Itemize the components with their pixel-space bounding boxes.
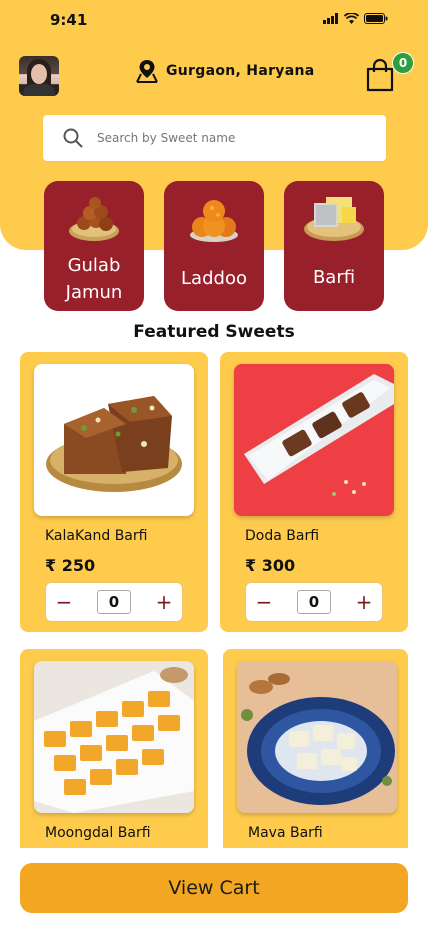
- quantity-value: 0: [97, 590, 131, 614]
- featured-section-title: Featured Sweets: [133, 322, 295, 342]
- laddoo-image: [190, 200, 238, 242]
- decrement-button[interactable]: −: [46, 584, 82, 620]
- quantity-stepper[interactable]: − 0 +: [45, 582, 183, 622]
- product-image: [237, 661, 397, 813]
- increment-button[interactable]: +: [146, 584, 182, 620]
- price-value: 300: [261, 556, 296, 575]
- quantity-stepper[interactable]: − 0 +: [245, 582, 383, 622]
- search-input[interactable]: [95, 130, 359, 146]
- gulab-jamun-image: [69, 197, 119, 241]
- product-image: [234, 364, 394, 516]
- product-name: Doda Barfi: [245, 528, 320, 544]
- shopping-bag-icon: [366, 58, 394, 92]
- rupee-icon: ₹: [45, 556, 57, 575]
- search-bar[interactable]: [43, 115, 386, 161]
- cart-count-badge: 0: [392, 52, 414, 74]
- signal-icon: [323, 13, 338, 24]
- status-bar: 9:41: [0, 0, 428, 40]
- category-label: Jamun: [65, 282, 123, 303]
- category-laddoo[interactable]: Laddoo: [164, 181, 264, 311]
- product-name: KalaKand Barfi: [45, 528, 148, 544]
- category-barfi[interactable]: Barfi: [284, 181, 384, 311]
- cart-button[interactable]: [365, 58, 395, 92]
- quantity-value: 0: [297, 590, 331, 614]
- product-card[interactable]: Doda Barfi ₹ 300 − 0 +: [220, 352, 408, 632]
- product-image: [34, 364, 194, 516]
- location-pin-icon: [136, 60, 158, 83]
- product-card[interactable]: Mava Barfi: [223, 649, 408, 879]
- increment-button[interactable]: +: [346, 584, 382, 620]
- search-icon: [63, 128, 83, 148]
- location-selector[interactable]: Gurgaon, Haryana: [134, 58, 314, 84]
- wifi-icon: [344, 13, 359, 24]
- category-label: Barfi: [312, 267, 356, 288]
- product-card[interactable]: Moongdal Barfi: [20, 649, 208, 879]
- barfi-image: [304, 197, 364, 241]
- product-price: ₹ 300: [245, 556, 295, 575]
- category-gulab-jamun[interactable]: Gulab Jamun: [44, 181, 144, 311]
- price-value: 250: [61, 556, 96, 575]
- location-label: Gurgaon, Haryana: [166, 63, 315, 79]
- category-label: Gulab: [67, 255, 121, 276]
- product-image: [34, 661, 194, 813]
- decrement-button[interactable]: −: [246, 584, 282, 620]
- view-cart-button[interactable]: View Cart: [20, 863, 408, 913]
- status-time: 9:41: [50, 11, 88, 29]
- category-label: Laddoo: [181, 268, 247, 289]
- rupee-icon: ₹: [245, 556, 257, 575]
- status-icons: [323, 13, 388, 24]
- product-name: Mava Barfi: [248, 825, 323, 841]
- product-price: ₹ 250: [45, 556, 95, 575]
- avatar[interactable]: [19, 56, 59, 96]
- battery-icon: [364, 13, 388, 24]
- product-card[interactable]: KalaKand Barfi ₹ 250 − 0 +: [20, 352, 208, 632]
- product-name: Moongdal Barfi: [45, 825, 151, 841]
